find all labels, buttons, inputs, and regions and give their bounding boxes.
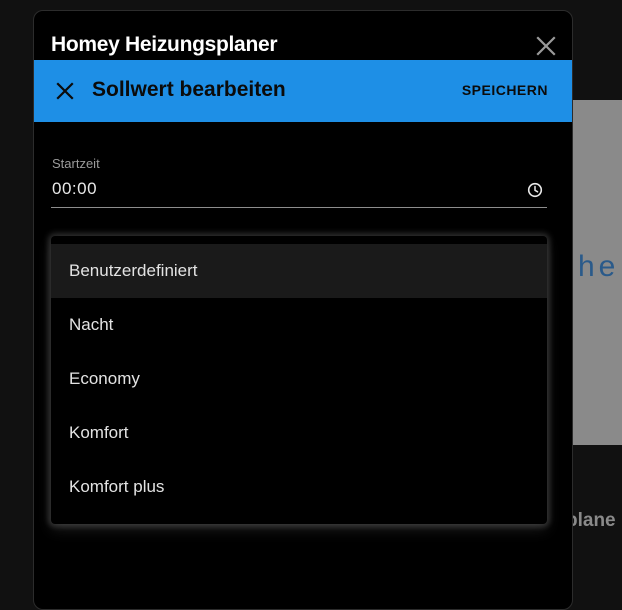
background-label: plane <box>566 510 616 531</box>
close-icon[interactable] <box>55 81 75 101</box>
menu-item-economy[interactable]: Economy <box>51 352 547 406</box>
edit-toolbar: Sollwert bearbeiten SPEICHERN <box>34 60 572 122</box>
preset-dropdown-menu: Benutzerdefiniert Nacht Economy Komfort … <box>51 236 547 524</box>
menu-item-komfort-plus[interactable]: Komfort plus <box>51 460 547 514</box>
start-time-label: Startzeit <box>52 156 100 171</box>
start-time-field[interactable]: Startzeit 00:00 <box>51 153 547 209</box>
dialog-title: Homey Heizungsplaner <box>51 33 278 56</box>
field-underline <box>51 207 547 208</box>
save-button[interactable]: SPEICHERN <box>462 82 548 98</box>
close-icon[interactable] <box>534 34 558 58</box>
scheduler-dialog: Homey Heizungsplaner Sollwert bearbeiten… <box>33 10 573 610</box>
menu-item-komfort[interactable]: Komfort <box>51 406 547 460</box>
menu-item-benutzerdefiniert[interactable]: Benutzerdefiniert <box>51 244 547 298</box>
background-card-text: he <box>578 250 620 283</box>
clock-icon[interactable] <box>527 182 543 198</box>
start-time-value[interactable]: 00:00 <box>52 179 97 199</box>
menu-item-nacht[interactable]: Nacht <box>51 298 547 352</box>
toolbar-title: Sollwert bearbeiten <box>92 78 286 101</box>
